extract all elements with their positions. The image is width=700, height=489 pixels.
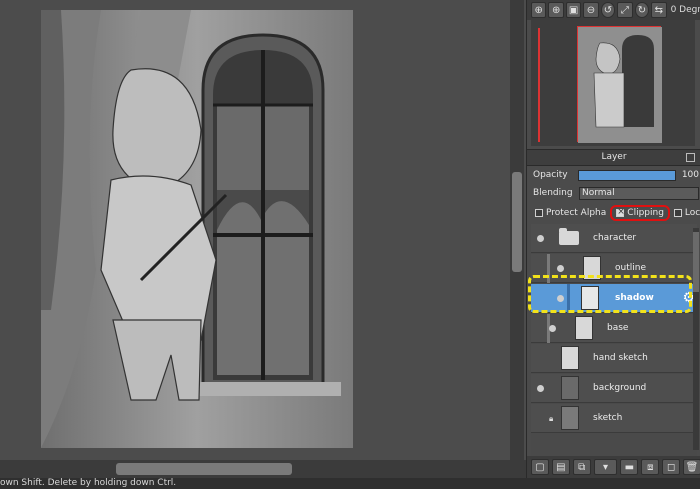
zoom-out-icon[interactable]: ⊖ (583, 2, 599, 18)
canvas-vertical-scrollbar[interactable] (510, 0, 524, 460)
layer-thumbnail (583, 256, 601, 280)
visibility-icon[interactable] (557, 295, 564, 302)
clipping-checkbox[interactable] (616, 207, 625, 217)
visibility-icon[interactable] (537, 235, 544, 242)
layer-row-sketch[interactable]: 🔒︎ sketch (531, 404, 697, 433)
merge-icon[interactable]: ⧈ (641, 459, 660, 475)
duplicate-icon[interactable]: ⧉ (572, 459, 591, 475)
layer-list: character outline shadow ⚙ base hand ske (531, 224, 697, 456)
navigator-thumbnail (577, 26, 662, 143)
protect-alpha-toggle[interactable]: Protect Alpha (535, 208, 606, 218)
navigator-preview[interactable] (531, 20, 695, 146)
layer-panel-title: Layer (601, 152, 627, 162)
navigator-thumbnail-image (578, 27, 662, 143)
new-folder-icon[interactable]: ▬ (620, 459, 639, 475)
lock-toggle[interactable]: Lock (673, 208, 700, 218)
clear-icon[interactable]: ◻ (662, 459, 681, 475)
layer-list-scrollbar[interactable] (693, 228, 699, 450)
lock-checkbox[interactable] (673, 209, 682, 217)
blending-label: Blending (533, 188, 573, 198)
horizontal-scroll-thumb[interactable] (116, 463, 292, 475)
layer-row-shadow[interactable]: shadow ⚙ (531, 284, 697, 313)
visibility-icon[interactable] (537, 385, 544, 392)
new-layer-2-icon[interactable]: ▤ (551, 459, 570, 475)
folder-icon (559, 228, 579, 245)
layer-row-hand-sketch[interactable]: hand sketch (531, 344, 697, 373)
fit-icon[interactable]: ▣ (565, 2, 582, 18)
vertical-scroll-thumb[interactable] (512, 172, 522, 272)
blending-row: Blending Normal (533, 186, 699, 200)
layer-thumbnail (575, 316, 593, 340)
flip-icon[interactable]: ⇆ (651, 2, 667, 18)
layer-name: base (607, 323, 629, 333)
artwork-illustration (41, 10, 353, 448)
clipping-toggle[interactable]: Clipping (610, 205, 670, 221)
new-layer-icon[interactable]: ▢ (531, 459, 549, 475)
navigator-view-edge (538, 28, 540, 142)
layer-row-outline[interactable]: outline (531, 254, 697, 283)
folder-indent-bar (547, 254, 550, 283)
opacity-label: Opacity (533, 170, 568, 180)
layer-name: outline (615, 263, 646, 273)
layer-options-row: Protect Alpha Clipping Lock (535, 205, 700, 221)
zoom-in-icon[interactable]: ⊕ (531, 2, 547, 18)
visibility-icon[interactable] (557, 265, 564, 272)
layer-thumbnail (581, 286, 599, 310)
clipping-indicator (567, 284, 570, 313)
opacity-value: 100 (681, 170, 699, 180)
layer-name: character (593, 233, 637, 243)
rotation-degree-label: 0 Degr (670, 5, 700, 15)
layer-toolbar: ▢ ▤ ⧉ ▾ ▬ ⧈ ◻ 🗑︎ (527, 456, 700, 478)
rotate-left-icon[interactable]: ↺ (600, 2, 616, 18)
opacity-row: Opacity 100 (533, 168, 699, 182)
protect-alpha-label: Protect Alpha (546, 208, 607, 218)
layer-row-background[interactable]: background (531, 374, 697, 403)
layer-name: shadow (615, 293, 654, 303)
fit-screen-icon[interactable]: ⤢ (617, 2, 633, 18)
protect-alpha-checkbox[interactable] (535, 209, 543, 217)
rotate-right-icon[interactable]: ↻ (634, 2, 650, 18)
layer-row-character[interactable]: character (531, 224, 697, 253)
import-icon[interactable]: ▾ (593, 459, 618, 475)
opacity-slider[interactable] (577, 169, 676, 181)
layer-panel-header: Layer (527, 149, 700, 166)
canvas-area[interactable] (0, 0, 526, 478)
layer-name: hand sketch (593, 353, 648, 363)
layer-thumbnail (561, 376, 579, 400)
delete-icon[interactable]: 🗑︎ (683, 459, 700, 475)
blending-select[interactable]: Normal (579, 186, 699, 200)
layer-name: sketch (593, 413, 623, 423)
panel-expand-icon[interactable] (686, 153, 695, 162)
artwork-canvas[interactable] (41, 10, 353, 448)
right-panel: ⊕ ⊕ ▣ ⊖ ↺ ⤢ ↻ ⇆ 0 Degr Layer Opacity 100… (526, 0, 700, 478)
canvas-horizontal-scrollbar[interactable] (0, 460, 526, 478)
navigator-toolbar: ⊕ ⊕ ▣ ⊖ ↺ ⤢ ↻ ⇆ 0 Degr (527, 0, 700, 20)
layer-name: background (593, 383, 647, 393)
layer-list-scroll-thumb[interactable] (693, 232, 699, 292)
lock-label: Lock (684, 208, 700, 218)
clipping-label: Clipping (627, 208, 664, 218)
visibility-icon[interactable] (549, 325, 556, 332)
lock-icon: 🔒︎ (549, 414, 554, 423)
layer-thumbnail (561, 346, 579, 370)
zoom-in-2-icon[interactable]: ⊕ (548, 2, 564, 18)
status-bar: own Shift. Delete by holding down Ctrl. (0, 478, 700, 489)
layer-thumbnail (561, 406, 579, 430)
layer-row-base[interactable]: base (531, 314, 697, 343)
